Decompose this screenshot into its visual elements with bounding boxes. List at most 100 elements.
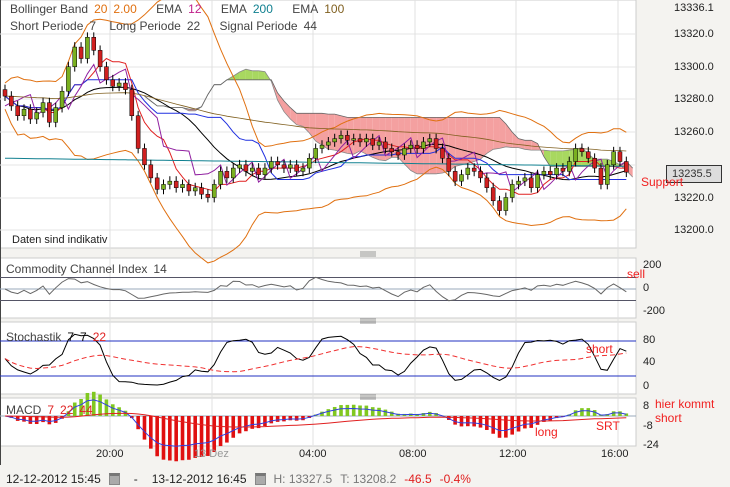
calendar-icon[interactable] bbox=[108, 473, 120, 485]
candle-body bbox=[256, 167, 261, 175]
macd-histogram-bar bbox=[478, 416, 483, 428]
ichimoku-cloud-segment bbox=[258, 70, 265, 80]
x-label: 12:00 bbox=[499, 448, 527, 460]
candle-body bbox=[446, 158, 452, 172]
candle-body bbox=[66, 66, 71, 92]
macd-histogram-bar bbox=[535, 416, 540, 425]
candle-body bbox=[503, 197, 509, 211]
candle-body bbox=[294, 164, 299, 172]
macd-histogram-bar bbox=[510, 416, 514, 435]
candle-body bbox=[53, 107, 58, 123]
candle-body bbox=[484, 177, 490, 188]
macd-histogram-bar bbox=[529, 416, 534, 428]
candle-body bbox=[567, 161, 572, 172]
macd-histogram-bar bbox=[263, 416, 267, 427]
x-label: 16:00 bbox=[601, 448, 629, 460]
macd-histogram-bar bbox=[180, 416, 185, 461]
candle-body bbox=[560, 167, 566, 172]
candle-body bbox=[186, 184, 192, 192]
candle-body bbox=[541, 171, 547, 175]
ichimoku-cloud-segment bbox=[486, 117, 494, 154]
candle-body bbox=[611, 151, 616, 166]
candle-body bbox=[522, 177, 528, 182]
candle-body bbox=[123, 82, 128, 90]
macd-histogram-bar bbox=[345, 404, 350, 416]
macd-histogram-bar bbox=[523, 416, 527, 429]
macd-histogram-bar bbox=[161, 416, 166, 460]
candle-body bbox=[535, 174, 540, 188]
candle-body bbox=[142, 148, 147, 166]
macd-label: MACD bbox=[6, 403, 42, 417]
macd-histogram-bar bbox=[155, 416, 159, 457]
macd-histogram-bar bbox=[244, 416, 248, 432]
candle-body bbox=[528, 177, 534, 188]
candle-body bbox=[28, 108, 33, 120]
candle-body bbox=[383, 141, 388, 149]
stoch-y-label: 0 bbox=[643, 380, 650, 392]
candle-body bbox=[275, 161, 280, 166]
macd-histogram-bar bbox=[504, 416, 508, 438]
candle-body bbox=[345, 135, 350, 141]
candle-body bbox=[497, 200, 502, 211]
cci-legend: Commodity Channel Index 14 bbox=[6, 262, 173, 276]
macd-histogram-bar bbox=[212, 416, 217, 453]
candle-body bbox=[91, 37, 97, 51]
x-label: 20:00 bbox=[96, 448, 124, 460]
candle-body bbox=[199, 187, 204, 195]
macd-y-label: -24 bbox=[643, 439, 659, 451]
candle-body bbox=[408, 144, 414, 149]
chart-canvas[interactable] bbox=[0, 0, 730, 465]
cci-y-label: 200 bbox=[643, 259, 662, 271]
candle-body bbox=[211, 184, 217, 198]
from-date[interactable]: 12-12-2012 15:45 bbox=[6, 472, 101, 486]
candle-body bbox=[319, 144, 325, 149]
bollinger-period: 20 bbox=[94, 2, 108, 16]
macd-histogram-bar bbox=[351, 404, 356, 416]
y-label: 13336.1 bbox=[674, 2, 714, 14]
candle-body bbox=[243, 164, 249, 172]
y-label: 13260.0 bbox=[674, 126, 714, 138]
short-note: short bbox=[586, 342, 613, 356]
candle-body bbox=[313, 148, 318, 159]
cci-label: Commodity Channel Index bbox=[6, 262, 148, 276]
candle-body bbox=[617, 151, 623, 162]
ichimoku-cloud-segment bbox=[493, 117, 500, 150]
candle-body bbox=[116, 82, 122, 87]
macd-histogram-bar bbox=[383, 409, 388, 416]
candle-body bbox=[579, 148, 585, 152]
candle-body bbox=[516, 180, 521, 185]
macd-histogram-bar bbox=[326, 409, 331, 416]
ichimoku-cloud-segment bbox=[550, 150, 557, 167]
candle-body bbox=[427, 138, 433, 143]
macd-p3: 44 bbox=[79, 403, 93, 417]
ema100-label: EMA bbox=[292, 2, 319, 16]
short-period-label: Short Periode bbox=[10, 19, 84, 33]
candle-body bbox=[592, 158, 597, 169]
candle-body bbox=[167, 180, 173, 185]
srt-note: SRT bbox=[596, 419, 620, 433]
macd-y-label: 8 bbox=[643, 400, 650, 412]
to-date[interactable]: 13-12-2012 16:45 bbox=[152, 472, 247, 486]
ichimoku-cloud-segment bbox=[366, 117, 373, 158]
candle-body bbox=[547, 171, 553, 175]
candle-body bbox=[224, 171, 230, 179]
macd-histogram-bar bbox=[339, 405, 343, 416]
ema200-value: 200 bbox=[252, 2, 273, 16]
candle-body bbox=[332, 138, 337, 143]
candle-body bbox=[269, 161, 274, 169]
candle-body bbox=[452, 171, 458, 182]
candle-body bbox=[72, 46, 77, 67]
cci-y-label: -200 bbox=[643, 305, 666, 317]
calendar-icon[interactable] bbox=[254, 473, 266, 485]
candle-body bbox=[161, 184, 166, 190]
macd-histogram-bar bbox=[516, 416, 521, 432]
candle-body bbox=[110, 79, 116, 87]
macd-histogram-bar bbox=[269, 416, 274, 424]
stoch-p3: 22 bbox=[92, 330, 107, 344]
macd-histogram-bar bbox=[225, 416, 229, 443]
candle-body bbox=[465, 167, 471, 175]
cci-y-label: 0 bbox=[643, 282, 650, 294]
candle-body bbox=[9, 95, 14, 107]
macd-histogram-bar bbox=[332, 406, 337, 416]
macd-histogram-bar bbox=[149, 416, 153, 449]
